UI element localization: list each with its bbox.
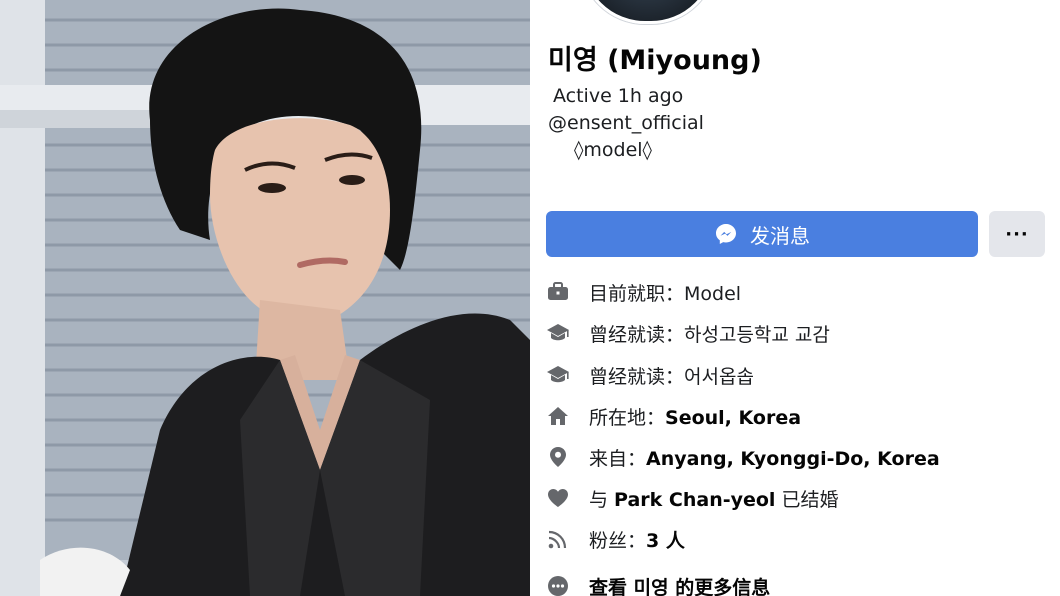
profile-handle: @ensent_official (548, 112, 704, 134)
screen: 미영 (Miyoung) Active 1h ago @ensent_offic… (0, 0, 1060, 596)
graduation-cap-icon (546, 321, 570, 345)
info-from: 来自：Anyang, Kyonggi-Do, Korea (530, 437, 1060, 477)
messenger-icon (714, 222, 738, 246)
info-see-more-text[interactable]: 查看 미영 的更多信息 (589, 573, 770, 596)
info-study-1: 曾经就读：하성고등학교 교감 (530, 313, 1060, 353)
profile-name: 미영 (Miyoung) (548, 45, 762, 76)
info-study-2: 曾经就读：어서옵솝 (530, 355, 1060, 395)
info-followers: 粉丝：3 人 (530, 519, 1060, 559)
info-lives: 所在地：Seoul, Korea (530, 396, 1060, 436)
heart-icon (546, 486, 570, 510)
info-study-2-text: 曾经就读：어서옵솝 (589, 365, 754, 388)
active-status: Active 1h ago (553, 85, 684, 107)
info-relationship-text: 与 Park Chan-yeol 已结婚 (589, 488, 839, 511)
rss-icon (546, 527, 570, 551)
home-icon (546, 404, 570, 428)
location-pin-icon (546, 445, 570, 469)
profile-photo (0, 0, 530, 596)
send-message-label: 发消息 (750, 223, 810, 248)
avatar[interactable] (580, 0, 716, 24)
graduation-cap-icon (546, 363, 570, 387)
more-circle-icon (546, 574, 570, 596)
info-study-1-text: 曾经就读：하성고등학교 교감 (589, 323, 830, 346)
info-from-text: 来自：Anyang, Kyonggi-Do, Korea (589, 447, 940, 470)
info-relationship: 与 Park Chan-yeol 已结婚 (530, 478, 1060, 518)
briefcase-icon (546, 280, 570, 304)
info-work: 目前就职：Model (530, 272, 1060, 312)
info-work-text: 目前就职：Model (589, 282, 742, 305)
info-followers-text: 粉丝：3 人 (589, 529, 685, 552)
more-options-button[interactable]: ··· (989, 211, 1045, 257)
send-message-button[interactable]: 发消息 (546, 211, 978, 257)
info-see-more[interactable]: 查看 미영 的更多信息 (530, 566, 1060, 596)
info-lives-text: 所在地：Seoul, Korea (589, 406, 802, 429)
profile-bio: ◊model◊ (574, 139, 652, 161)
profile-panel: 미영 (Miyoung) Active 1h ago @ensent_offic… (530, 0, 1060, 596)
